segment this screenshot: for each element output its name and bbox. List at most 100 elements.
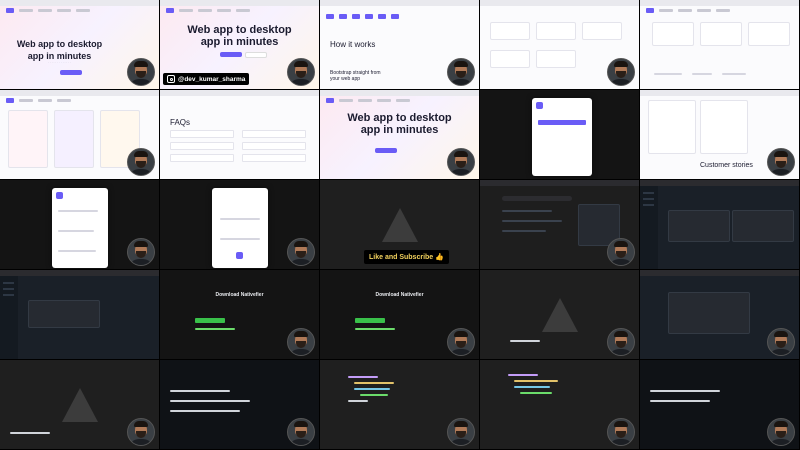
search-input[interactable] [502,196,572,201]
browser-bar [640,90,799,96]
story-card [648,100,696,154]
secondary-button[interactable] [245,52,267,58]
download-button[interactable] [195,318,225,323]
hero-title: Web app to desktop app in minutes [160,24,319,48]
tile-how-it-works[interactable]: How it works Bootstrap straight from you… [320,0,480,90]
terminal-line [650,390,720,392]
tile-download-page[interactable]: Download Nativefier [160,270,320,360]
tile-customer-stories[interactable]: Customer stories [640,90,800,180]
presenter-avatar [607,238,635,266]
faq-item[interactable] [242,142,306,150]
tile-terminal-2[interactable] [640,360,800,450]
vscode-watermark-icon [542,298,578,332]
download-title: Download Nativefier [375,292,424,298]
presenter-avatar [767,148,795,176]
dialog-line [220,218,260,220]
get-started-button[interactable] [375,148,397,153]
terminal-line [170,410,240,412]
terminal-line [650,400,710,402]
tile-faqs[interactable]: FAQs [160,90,320,180]
tile-download-page-2[interactable]: Download Nativefier [320,270,480,360]
code-line [514,380,558,382]
tile-ide-dark-2[interactable] [0,270,160,360]
result-line [502,220,562,222]
download-button[interactable] [355,318,385,323]
faq-title: FAQs [170,118,191,127]
presenter-avatar [287,58,315,86]
tile-hero-centered[interactable]: Web app to desktop app in minutes @dev_ku… [160,0,320,90]
get-started-button[interactable] [60,70,82,75]
tile-hero-centered-2[interactable]: Web app to desktop app in minutes [320,90,480,180]
tile-modal-steps[interactable] [0,180,160,270]
step-line [58,250,96,252]
browser-bar [480,0,639,6]
tile-hero-landing[interactable]: Web app to desktop app in minutes · · · ·… [0,0,160,90]
tile-code-editor[interactable] [320,360,480,450]
site-nav [646,8,793,13]
tile-editor-terminal[interactable] [0,360,160,450]
window-bar [0,270,159,276]
download-button[interactable] [538,120,586,125]
presenter-avatar [767,328,795,356]
tile-features[interactable] [0,90,160,180]
feature-card [8,110,48,168]
dialog-line [220,238,260,240]
hero-subtitle: · · · · · · · · · · · · · [48,60,71,64]
app-icon [56,192,63,199]
output-line [195,328,235,330]
step-line [58,210,98,212]
tile-terminal[interactable] [160,360,320,450]
faq-item[interactable] [242,130,306,138]
window-bar [640,180,799,186]
code-line [354,382,394,384]
story-card [700,100,748,154]
site-nav [6,8,153,13]
tile-notifications[interactable] [480,0,640,90]
instagram-handle: @dev_kumar_sharma [178,75,246,83]
tile-modal-center[interactable] [160,180,320,270]
faq-item[interactable] [170,130,234,138]
presenter-avatar [447,418,475,446]
tile-dialog-dark[interactable] [480,90,640,180]
hero-title-line1: Web app to desktop [187,24,292,36]
presenter-avatar [287,238,315,266]
tile-editor-empty[interactable]: Like and Subscribe 👍 [320,180,480,270]
caption-line [722,73,746,75]
section-title: How it works [330,40,376,49]
hero-title-line1: Web app to desktop [16,39,103,49]
tile-editor-empty-2[interactable] [480,270,640,360]
result-line [502,210,552,212]
dialog [52,188,108,268]
terminal-line [170,400,250,402]
hero-title-line1: Web app to desktop [347,112,452,124]
feature-card [54,110,94,168]
browser-bar [320,90,479,96]
presenter-avatar [607,58,635,86]
instagram-icon [167,75,175,83]
terminal-line [170,390,230,392]
tile-ide-dark[interactable] [640,180,800,270]
tile-code-editor-2[interactable] [480,360,640,450]
section-title: Customer stories [700,162,753,169]
tile-ide-dark-3[interactable] [640,270,800,360]
bootstrap-caption: Bootstrap straight from your web app [330,70,381,82]
hero-title-line2: app in minutes [200,36,279,48]
caption-line [654,73,682,75]
notification-card [582,22,622,40]
editor-pane [28,300,100,328]
notification-card [490,22,530,40]
faq-item[interactable] [170,142,234,150]
get-started-button[interactable] [220,52,242,57]
app-icon [236,252,243,259]
notification-card [536,50,576,68]
site-nav [326,98,473,103]
code-line [348,400,368,402]
faq-item[interactable] [170,154,234,162]
faq-item[interactable] [242,154,306,162]
tile-notifications-grid[interactable] [640,0,800,90]
hero-title: Web app to desktop app in minutes [320,112,479,136]
presenter-avatar [767,418,795,446]
presenter-avatar [287,418,315,446]
editor-pane [732,210,794,242]
tile-google-search[interactable] [480,180,640,270]
